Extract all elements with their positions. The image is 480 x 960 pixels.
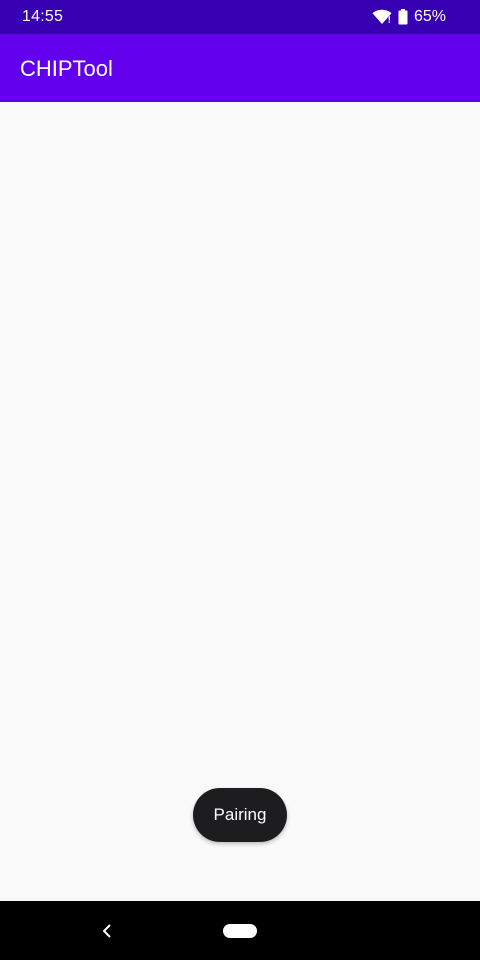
navigation-bar xyxy=(0,901,480,960)
app-bar: CHIPTool xyxy=(0,34,480,102)
wifi-alert-icon xyxy=(372,9,392,25)
main-content xyxy=(0,102,480,900)
battery-percent: 65% xyxy=(413,8,446,25)
status-icons: 65% xyxy=(372,8,446,26)
home-pill-icon[interactable] xyxy=(223,924,257,938)
toast-message: Pairing xyxy=(193,788,287,842)
back-icon[interactable] xyxy=(97,921,117,941)
status-time: 14:55 xyxy=(22,8,64,25)
battery-icon xyxy=(398,9,408,25)
status-bar: 14:55 65% xyxy=(0,0,480,34)
app-title: CHIPTool xyxy=(20,56,113,81)
